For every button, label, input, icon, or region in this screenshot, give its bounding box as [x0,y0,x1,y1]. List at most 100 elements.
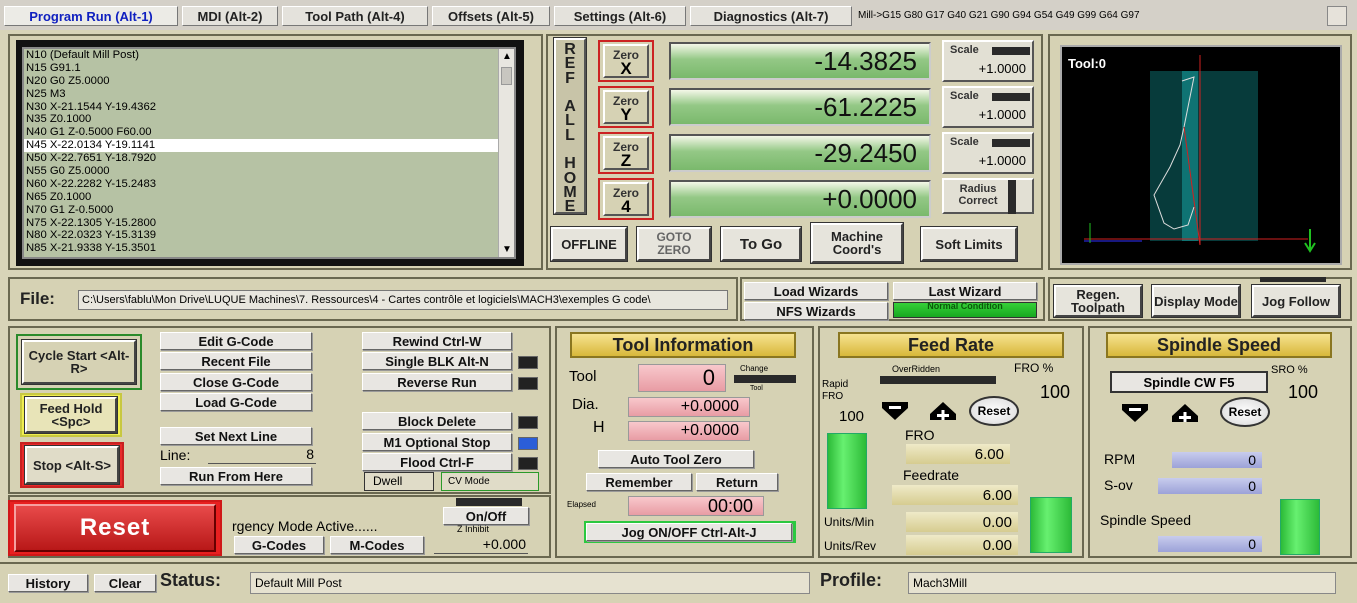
feedrate-value[interactable]: 6.00 [892,485,1018,505]
scroll-thumb[interactable] [501,67,512,85]
fro-slider[interactable] [1030,497,1072,553]
height-field[interactable]: +0.0000 [628,421,750,441]
diameter-field[interactable]: +0.0000 [628,397,750,417]
rewind-button[interactable]: Rewind Ctrl-W [362,332,512,350]
gcode-list[interactable]: N10 (Default Mill Post) N15 G91.1 N20 G0 Z… [22,47,516,259]
gcode-line[interactable]: N10 (Default Mill Post) [24,49,514,62]
gcode-line[interactable]: N40 G1 Z-0.5000 F60.00 [24,126,514,139]
display-mode-button[interactable]: Display Mode [1152,285,1240,317]
line-number-field[interactable]: 8 [208,446,316,464]
sro-slider[interactable] [1280,499,1320,555]
to-go-button[interactable]: To Go [721,227,801,261]
dro-x[interactable]: -14.3825 [669,42,931,80]
zero-x-button[interactable]: Zero X [598,40,654,82]
radius-correct[interactable]: Radius Correct [942,178,1034,214]
fro-reset-button[interactable]: Reset [969,396,1019,426]
reverse-run-button[interactable]: Reverse Run [362,373,512,391]
goto-zero-button[interactable]: GOTO ZERO [637,227,711,261]
scroll-down-icon[interactable]: ▼ [502,244,512,255]
gcode-line[interactable]: N50 X-22.7651 Y-18.7920 [24,152,514,165]
mcodes-button[interactable]: M-Codes [330,536,424,554]
z-inhibit-value[interactable]: +0.000 [434,536,528,554]
gcode-line[interactable]: N25 M3 [24,88,514,101]
gcode-line[interactable]: N20 G0 Z5.0000 [24,75,514,88]
spindle-cw-button[interactable]: Spindle CW F5 [1110,371,1268,393]
load-wizards-button[interactable]: Load Wizards [744,282,888,300]
return-button[interactable]: Return [696,473,778,491]
single-block-button[interactable]: Single BLK Alt-N [362,352,512,370]
gcode-line[interactable]: N35 Z0.1000 [24,113,514,126]
scale-x[interactable]: Scale +1.0000 [942,40,1034,82]
fro-increase-button[interactable] [928,400,958,422]
soft-limits-button[interactable]: Soft Limits [921,227,1017,261]
run-from-here-button[interactable]: Run From Here [160,467,312,485]
offline-button[interactable]: OFFLINE [551,227,627,261]
sro-decrease-button[interactable] [1120,402,1150,424]
sro-increase-button[interactable] [1170,402,1200,424]
feed-hold-button[interactable]: Feed Hold <Spc> [25,397,117,433]
rapid-fro-slider[interactable] [827,433,867,509]
gcode-line[interactable]: N80 X-22.0323 Y-15.3139 [24,229,514,242]
block-delete-button[interactable]: Block Delete [362,412,512,430]
scroll-up-icon[interactable]: ▲ [502,51,512,62]
axis-letter: Y [620,105,632,124]
nfs-wizards-button[interactable]: NFS Wizards [744,302,888,320]
tab-program-run[interactable]: Program Run (Alt-1) [4,6,178,26]
recent-file-button[interactable]: Recent File [160,352,312,370]
gcode-line[interactable]: N55 G0 Z5.0000 [24,165,514,178]
gcode-line[interactable]: N65 Z0.1000 [24,191,514,204]
flood-button[interactable]: Flood Ctrl-F [362,453,512,471]
gcode-line[interactable]: N30 X-21.1544 Y-19.4362 [24,101,514,114]
tab-offsets[interactable]: Offsets (Alt-5) [432,6,550,26]
load-gcode-button[interactable]: Load G-Code [160,393,312,411]
tab-diagnostics[interactable]: Diagnostics (Alt-7) [690,6,852,26]
edit-gcode-button[interactable]: Edit G-Code [160,332,312,350]
toolpath-display[interactable]: Tool:0 [1060,45,1342,265]
stop-button[interactable]: Stop <Alt-S> [25,446,119,484]
m1-optional-stop-button[interactable]: M1 Optional Stop [362,433,512,451]
regen-toolpath-button[interactable]: Regen. Toolpath [1054,285,1142,317]
fro-decrease-button[interactable] [880,400,910,422]
scale-z[interactable]: Scale +1.0000 [942,132,1034,174]
jog-onoff-frame: Jog ON/OFF Ctrl-Alt-J [584,521,796,543]
reset-button[interactable]: Reset [14,504,216,552]
set-next-line-button[interactable]: Set Next Line [160,427,312,445]
remember-button[interactable]: Remember [586,473,692,491]
tab-settings[interactable]: Settings (Alt-6) [554,6,686,26]
rpm-value[interactable]: 0 [1172,452,1262,468]
gcode-line[interactable]: N85 X-21.9338 Y-15.3501 [24,242,514,255]
gcode-line[interactable]: N60 X-22.2282 Y-15.2483 [24,178,514,191]
last-wizard-button[interactable]: Last Wizard [893,282,1037,300]
corner-button[interactable] [1327,6,1347,26]
gcode-line[interactable]: N75 X-22.1305 Y-15.2800 [24,217,514,230]
gcode-scrollbar[interactable]: ▲ ▼ [498,49,514,257]
sro-reset-button[interactable]: Reset [1220,397,1270,427]
dro-4[interactable]: +0.0000 [669,180,931,218]
auto-tool-zero-button[interactable]: Auto Tool Zero [598,450,754,468]
gcode-line[interactable]: N70 G1 Z-0.5000 [24,204,514,217]
scale-y[interactable]: Scale +1.0000 [942,86,1034,128]
rapid-fro-label: Rapid FRO [822,379,849,402]
close-gcode-button[interactable]: Close G-Code [160,373,312,391]
ref-all-home-button[interactable]: REF ALL HOME [554,38,586,215]
clear-button[interactable]: Clear [94,574,156,592]
axis-letter: 4 [621,197,631,216]
tool-number-field[interactable]: 0 [638,364,726,392]
dro-z[interactable]: -29.2450 [669,134,931,172]
cycle-start-button[interactable]: Cycle Start <Alt-R> [22,340,136,384]
jog-follow-button[interactable]: Jog Follow [1252,285,1340,317]
zero-z-button[interactable]: Zero Z [598,132,654,174]
tab-tool-path[interactable]: Tool Path (Alt-4) [282,6,428,26]
gcodes-button[interactable]: G-Codes [234,536,324,554]
zero-4-button[interactable]: Zero 4 [598,178,654,220]
elapsed-time: 00:00 [628,496,764,516]
zero-y-button[interactable]: Zero Y [598,86,654,128]
dro-y[interactable]: -61.2225 [669,88,931,126]
tab-mdi[interactable]: MDI (Alt-2) [182,6,278,26]
jog-onoff-button[interactable]: Jog ON/OFF Ctrl-Alt-J [586,523,792,541]
gcode-line[interactable]: N15 G91.1 [24,62,514,75]
z-inhibit-onoff-button[interactable]: On/Off [443,507,529,525]
machine-coords-button[interactable]: Machine Coord's [811,223,903,263]
history-button[interactable]: History [8,574,88,592]
gcode-line[interactable]: N45 X-22.0134 Y-19.1141 [24,139,514,153]
